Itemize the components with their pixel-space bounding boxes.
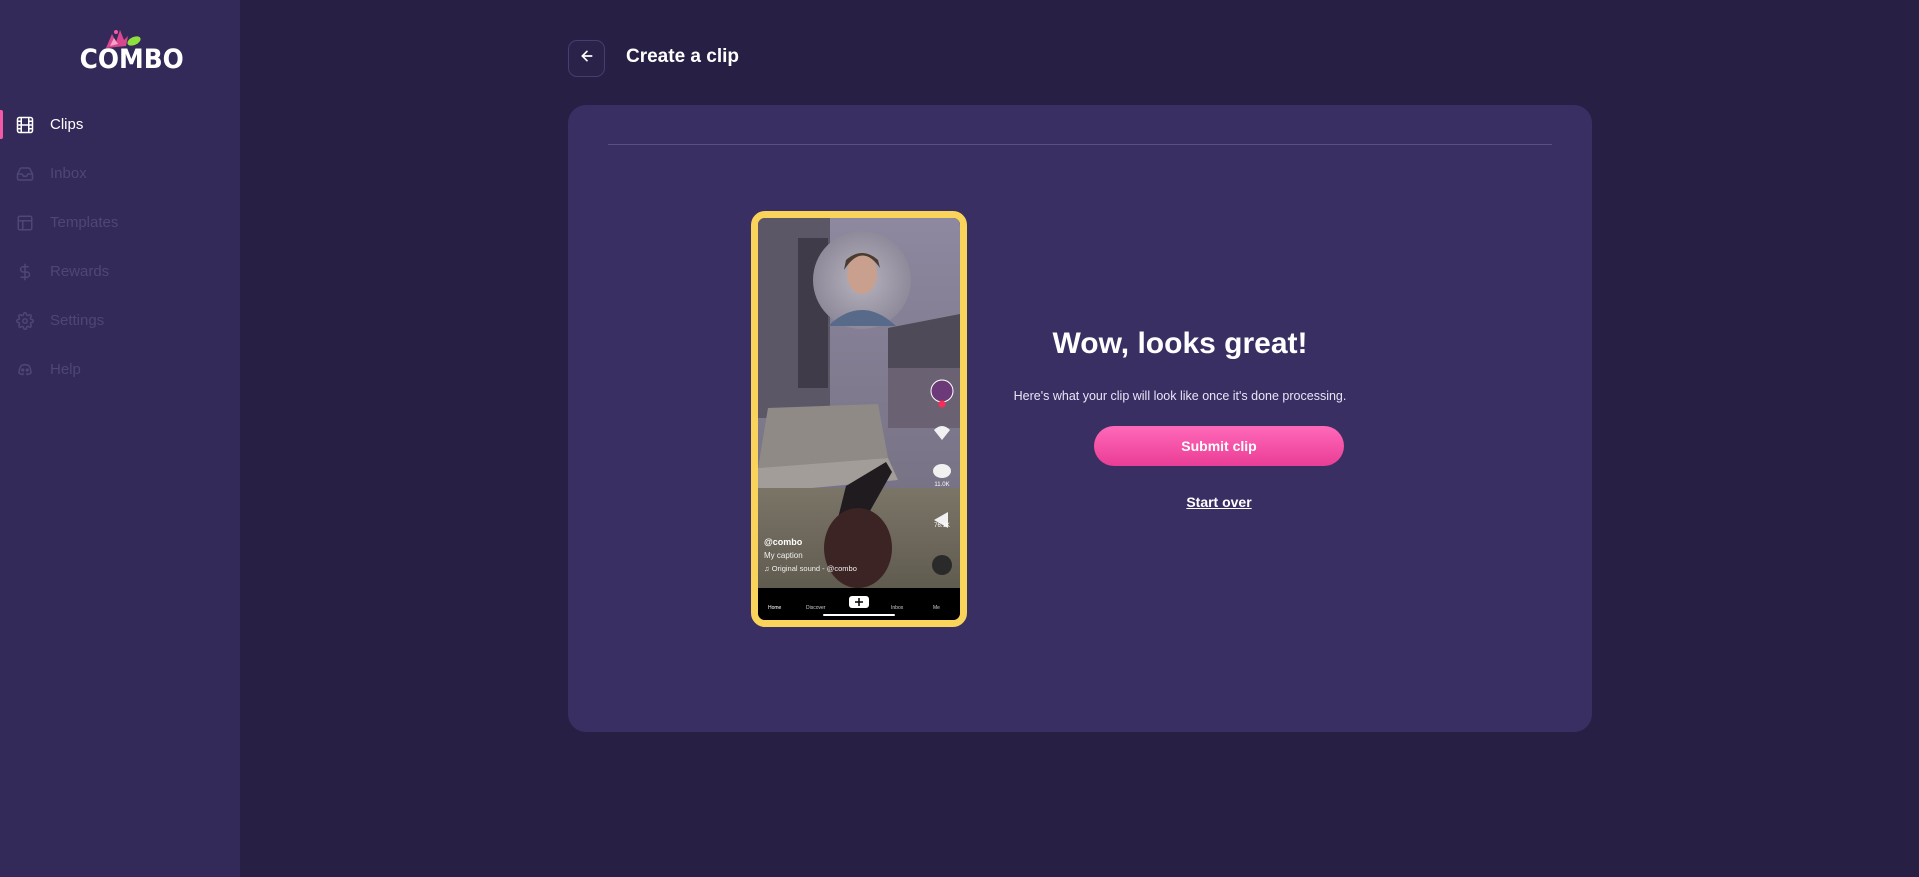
- phone-screen: @combo My caption ♫ Original sound - @co…: [758, 218, 960, 620]
- preview-caption: My caption: [764, 551, 803, 560]
- step-divider: [608, 144, 1552, 145]
- preview-share-count: 76.1K: [934, 523, 950, 529]
- inbox-icon: [15, 164, 34, 183]
- preview-tab-home: Home: [768, 605, 782, 611]
- sidebar-nav: Clips Inbox Templates Rewards Settings H…: [0, 100, 240, 394]
- sidebar-item-label: Clips: [50, 116, 84, 133]
- preview-sound: ♫ Original sound - @combo: [764, 564, 857, 573]
- sidebar-item-inbox[interactable]: Inbox: [0, 149, 240, 198]
- preview-comment-count: 11.0K: [934, 482, 950, 488]
- create-clip-card: @combo My caption ♫ Original sound - @co…: [568, 105, 1592, 732]
- sidebar-item-label: Templates: [50, 214, 119, 231]
- sidebar-item-templates[interactable]: Templates: [0, 198, 240, 247]
- sidebar-item-label: Settings: [50, 312, 105, 329]
- film-icon: [15, 115, 34, 134]
- start-over-link[interactable]: Start over: [1094, 494, 1344, 510]
- dollar-icon: [15, 262, 34, 281]
- discord-icon: [15, 360, 34, 379]
- headline: Wow, looks great!: [1052, 327, 1308, 360]
- combo-logo[interactable]: COMBO: [76, 28, 184, 78]
- preview-tab-inbox: Inbox: [891, 605, 904, 611]
- preview-tab-bar: Home Discover Inbox Me: [758, 598, 960, 612]
- sidebar-item-clips[interactable]: Clips: [0, 100, 240, 149]
- sidebar-item-settings[interactable]: Settings: [0, 296, 240, 345]
- clip-preview-phone: @combo My caption ♫ Original sound - @co…: [751, 211, 967, 733]
- sidebar-item-label: Rewards: [50, 263, 110, 280]
- preview-sound-label: Original sound - @combo: [771, 564, 857, 573]
- layout-icon: [15, 213, 34, 232]
- sidebar: COMBO Clips Inbox Templates Rewards Sett…: [0, 0, 240, 877]
- sidebar-item-label: Inbox: [50, 165, 87, 182]
- sidebar-item-help[interactable]: Help: [0, 345, 240, 394]
- gear-icon: [15, 311, 34, 330]
- page-title: Create a clip: [626, 46, 739, 67]
- submit-clip-button[interactable]: Submit clip: [1094, 426, 1344, 466]
- preview-tab-discover: Discover: [806, 605, 826, 611]
- phone-frame: @combo My caption ♫ Original sound - @co…: [751, 211, 967, 627]
- preview-username: @combo: [764, 537, 803, 547]
- logo-text: COMBO: [79, 44, 184, 75]
- sidebar-item-rewards[interactable]: Rewards: [0, 247, 240, 296]
- music-note-icon: ♫: [764, 564, 770, 573]
- processing-message: Here's what your clip will look like onc…: [1013, 389, 1347, 403]
- preview-tab-me: Me: [933, 605, 940, 611]
- arrow-left-icon: [579, 48, 595, 69]
- sidebar-item-label: Help: [50, 361, 81, 378]
- back-button[interactable]: [568, 40, 605, 77]
